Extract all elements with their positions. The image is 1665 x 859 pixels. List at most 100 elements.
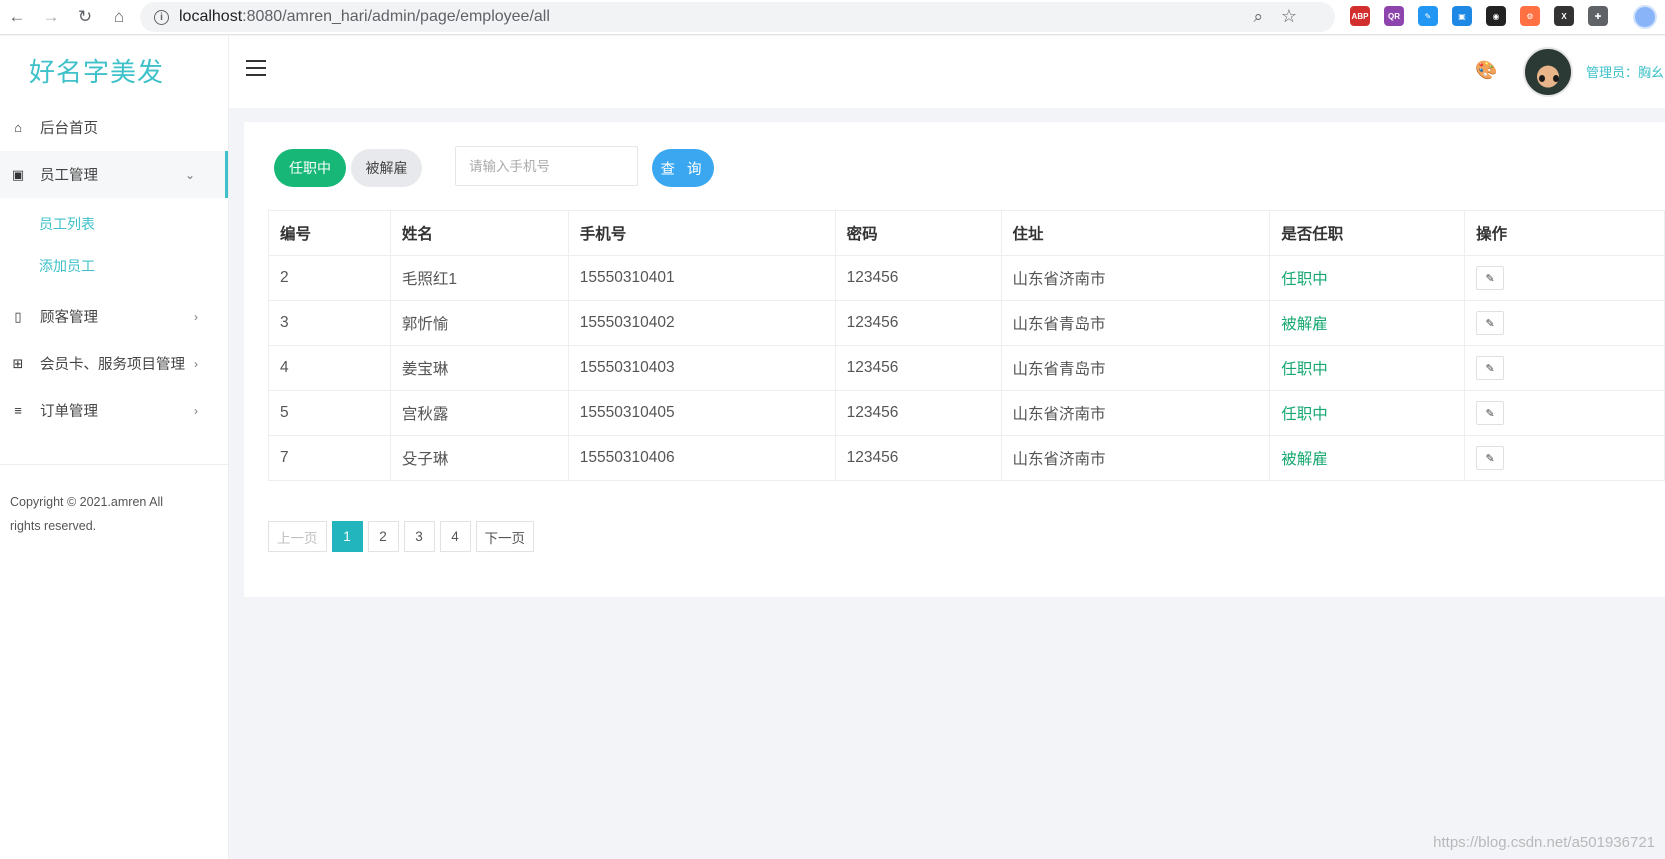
sidebar-subitem-add-employee[interactable]: 添加员工 <box>0 245 228 287</box>
sidebar-item-label: 会员卡、服务项目管理 <box>40 357 185 373</box>
employee-icon: ▣ <box>11 166 25 182</box>
column-header-status: 是否任职 <box>1269 210 1466 256</box>
extension-purple-icon[interactable]: QR <box>1384 6 1404 26</box>
cell-id: 2 <box>268 255 391 301</box>
home-browser-icon[interactable]: ⌂ <box>102 2 136 32</box>
document-icon: ▯ <box>14 308 22 324</box>
cell-phone: 15550310403 <box>567 345 836 391</box>
page-button-2[interactable]: 2 <box>367 521 399 552</box>
extension-orange-icon[interactable]: ⚙ <box>1520 6 1540 26</box>
column-header-phone: 手机号 <box>567 210 836 256</box>
edit-icon[interactable]: ✎ <box>1476 266 1505 290</box>
cell-password: 123456 <box>834 390 1002 436</box>
sidebar: 好名字美发 ⌂ 后台首页 ▣ 员工管理 ⌄ 员工列表 添加员工 ▯ 顾客管理 ›… <box>0 36 229 859</box>
home-icon: ⌂ <box>14 120 22 135</box>
reload-icon[interactable]: ↻ <box>68 2 102 32</box>
cell-id: 3 <box>268 300 391 346</box>
extension-dark-icon[interactable]: ◉ <box>1486 6 1506 26</box>
page-button-3[interactable]: 3 <box>403 521 435 552</box>
top-header: 🎨 管理员：胸幺 <box>229 36 1665 108</box>
brand-logo[interactable]: 好名字美发 <box>0 36 228 104</box>
extension-icons: ABP QR ✎ ▣ ◉ ⚙ X ✚ <box>1350 6 1608 26</box>
cell-status: 任职中 <box>1269 390 1466 436</box>
url-host: localhost <box>179 8 243 25</box>
adblock-plus-icon[interactable]: ABP <box>1350 6 1370 26</box>
zoom-icon[interactable]: ⌕ <box>1253 7 1263 27</box>
admin-username[interactable]: 管理员：胸幺 <box>1586 62 1664 81</box>
profile-avatar-icon[interactable] <box>1633 5 1657 29</box>
cell-status: 被解雇 <box>1269 435 1466 481</box>
back-arrow-icon[interactable]: ← <box>0 2 34 32</box>
cell-status: 被解雇 <box>1269 300 1466 346</box>
table-header-row: 编号 姓名 手机号 密码 住址 是否任职 操作 <box>268 210 1665 256</box>
extension-doc-icon[interactable]: ▣ <box>1452 6 1472 26</box>
prev-page-button[interactable]: 上一页 <box>268 521 327 552</box>
sidebar-item-membership-service[interactable]: ⊞ 会员卡、服务项目管理 › <box>0 340 228 387</box>
column-header-id: 编号 <box>268 210 391 256</box>
extensions-puzzle-icon[interactable]: ✚ <box>1588 6 1608 26</box>
cell-password: 123456 <box>834 435 1002 481</box>
table-row: 3 郭忻愉 15550310402 123456 山东省青岛市 被解雇 ✎ <box>268 300 1665 346</box>
table-row: 2 毛照红1 15550310401 123456 山东省济南市 任职中 ✎ <box>268 255 1665 301</box>
sidebar-subitem-employee-list[interactable]: 员工列表 <box>0 203 228 245</box>
cell-password: 123456 <box>834 345 1002 391</box>
edit-icon[interactable]: ✎ <box>1476 401 1505 425</box>
address-bar[interactable]: i localhost:8080/amren_hari/admin/page/e… <box>140 2 1335 32</box>
edit-icon[interactable]: ✎ <box>1476 446 1505 470</box>
cell-phone: 15550310401 <box>567 255 836 301</box>
chevron-down-icon: ⌄ <box>184 167 195 182</box>
sidebar-item-label: 顾客管理 <box>40 310 98 326</box>
extension-blue-icon[interactable]: ✎ <box>1418 6 1438 26</box>
table-row: 7 殳子琳 15550310406 123456 山东省济南市 被解雇 ✎ <box>268 435 1665 481</box>
filter-employed-button[interactable]: 任职中 <box>274 149 346 187</box>
sidebar-divider <box>0 464 229 465</box>
palette-icon[interactable]: 🎨 <box>1475 60 1497 81</box>
list-icon: ≡ <box>14 403 22 418</box>
avatar[interactable] <box>1523 47 1573 97</box>
sidebar-item-label: 员工管理 <box>40 168 98 184</box>
menu-toggle-icon[interactable] <box>246 60 266 76</box>
chevron-right-icon: › <box>194 403 198 418</box>
edit-icon[interactable]: ✎ <box>1476 311 1505 335</box>
watermark: https://blog.csdn.net/a501936721 <box>1433 834 1655 851</box>
url-path: :8080/amren_hari/admin/page/employee/all <box>242 8 550 25</box>
cell-id: 5 <box>268 390 391 436</box>
query-button[interactable]: 查 询 <box>652 149 714 187</box>
page-button-1[interactable]: 1 <box>331 521 363 552</box>
forward-arrow-icon[interactable]: → <box>34 2 68 32</box>
chevron-right-icon: › <box>194 309 198 324</box>
cell-password: 123456 <box>834 300 1002 346</box>
sidebar-item-order-management[interactable]: ≡ 订单管理 › <box>0 387 228 434</box>
table-row: 5 宫秋露 15550310405 123456 山东省济南市 任职中 ✎ <box>268 390 1665 436</box>
sidebar-item-customer-management[interactable]: ▯ 顾客管理 › <box>0 293 228 340</box>
page-button-4[interactable]: 4 <box>439 521 471 552</box>
pagination: 上一页 1 2 3 4 下一页 <box>268 521 534 552</box>
copyright-text: Copyright © 2021.amren All rights reserv… <box>10 495 164 533</box>
bookmark-star-icon[interactable]: ☆ <box>1281 6 1297 27</box>
browser-toolbar: ← → ↻ ⌂ i localhost:8080/amren_hari/admi… <box>0 0 1665 35</box>
cell-address: 山东省济南市 <box>1000 390 1271 436</box>
next-page-button[interactable]: 下一页 <box>475 521 534 552</box>
sidebar-item-label: 后台首页 <box>40 121 98 137</box>
phone-search-input[interactable] <box>455 146 638 186</box>
filter-dismissed-button[interactable]: 被解雇 <box>351 149 422 187</box>
cell-address: 山东省济南市 <box>1000 435 1271 481</box>
cell-status: 任职中 <box>1269 255 1466 301</box>
cell-name: 宫秋露 <box>389 390 569 436</box>
extension-x-icon[interactable]: X <box>1554 6 1574 26</box>
site-info-icon[interactable]: i <box>154 9 169 25</box>
cell-name: 姜宝琳 <box>389 345 569 391</box>
employee-list-card: 任职中 被解雇 查 询 编号 姓名 手机号 密码 住址 是否任职 操作 2毛照红… <box>244 122 1665 597</box>
cell-id: 7 <box>268 435 391 481</box>
sidebar-item-employee-management[interactable]: ▣ 员工管理 ⌄ <box>0 151 225 198</box>
column-header-password: 密码 <box>834 210 1002 256</box>
cell-actions: ✎ <box>1464 300 1665 346</box>
cell-id: 4 <box>268 345 391 391</box>
cell-actions: ✎ <box>1464 390 1665 436</box>
sidebar-item-dashboard[interactable]: ⌂ 后台首页 <box>0 104 228 151</box>
sidebar-group-employee: ▣ 员工管理 ⌄ <box>0 151 228 198</box>
column-header-actions: 操作 <box>1464 210 1665 256</box>
table-row: 4 姜宝琳 15550310403 123456 山东省青岛市 任职中 ✎ <box>268 345 1665 391</box>
edit-icon[interactable]: ✎ <box>1476 356 1505 380</box>
sidebar-item-label: 订单管理 <box>40 404 98 420</box>
